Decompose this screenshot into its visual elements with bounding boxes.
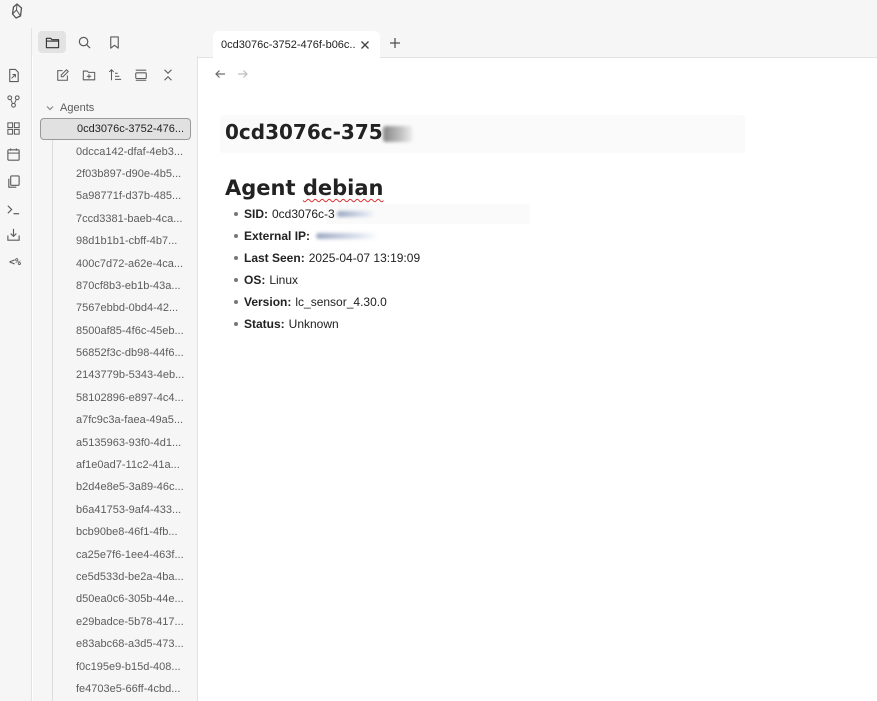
plus-icon[interactable] [387,35,403,51]
property-value: 0cd3076c-3 [272,207,335,221]
property-item: Last Seen: 2025-04-07 13:19:09 [234,247,420,269]
property-key: External IP: [244,229,311,243]
note-heading: Agent debian [225,176,383,200]
file-item[interactable]: ce5d533d-be2a-4ba... [40,566,191,588]
file-item[interactable]: f0c195e9-b15d-408... [40,655,191,677]
redacted-text [316,233,379,239]
new-note-button[interactable] [54,66,72,84]
file-explorer-tab[interactable] [38,31,66,53]
heading-prefix: Agent [225,176,303,200]
bullet-icon [234,300,238,304]
auto-reveal-button[interactable] [132,66,150,84]
sort-button[interactable] [106,66,124,84]
templater-label: <% [8,256,22,268]
folder-agents[interactable]: Agents [45,99,94,117]
tab-bar: 0cd3076c-3752-476f-b06c... [198,28,877,59]
file-item[interactable]: 98d1b1b1-cbff-4b7... [40,230,191,252]
collapse-icon [164,69,172,81]
close-icon[interactable] [358,38,372,52]
file-item[interactable]: 870cf8b3-eb1b-43a... [40,275,191,297]
property-value: lc_sensor_4.30.0 [295,295,387,309]
folder-icon [45,37,59,48]
file-item[interactable]: 400c7d72-a62e-4ca... [40,252,191,274]
property-item: SID: 0cd3076c-3 [234,203,420,225]
templates-icon[interactable] [4,172,22,190]
property-value: Unknown [288,317,339,331]
file-item[interactable]: 7567ebbd-0bd4-42... [40,297,191,319]
file-item[interactable]: e29badce-5b78-417... [40,611,191,633]
graph-view-icon[interactable] [4,92,22,110]
new-folder-icon [82,70,96,81]
property-key: Last Seen: [244,251,305,265]
property-item: Version: lc_sensor_4.30.0 [234,291,420,313]
file-item[interactable]: b6a41753-9af4-433... [40,499,191,521]
property-key: Version: [244,295,292,309]
collapse-all-button[interactable] [159,66,177,84]
bookmarks-tab[interactable] [100,31,128,53]
tab-title: 0cd3076c-3752-476f-b06c... [221,39,355,51]
bullet-icon [234,278,238,282]
property-key: OS: [244,273,266,287]
file-item[interactable]: a5135963-93f0-4d1... [40,431,191,453]
back-arrow-icon[interactable] [213,67,227,81]
file-item[interactable]: 0dcca142-dfaf-4eb3... [40,140,191,162]
file-item[interactable]: fe4703e5-66ff-4cbd... [40,678,191,700]
bullet-icon [234,234,238,238]
search-tab[interactable] [70,31,98,53]
search-icon [78,36,91,49]
file-item[interactable]: 5a98771f-d37b-485... [40,185,191,207]
chevron-down-icon [46,106,54,111]
property-item: OS: Linux [234,269,420,291]
property-item: Status: Unknown [234,313,420,335]
property-item: External IP: [234,225,420,247]
bookmark-icon [109,35,119,49]
ribbon: <% [0,28,32,701]
daily-note-icon[interactable] [4,145,22,163]
property-list: SID: 0cd3076c-3 External IP: Last Seen: 2025… [234,203,420,335]
folder-label: Agents [60,102,95,114]
property-value: 2025-04-07 13:19:09 [308,251,421,265]
property-key: SID: [244,207,268,221]
file-item[interactable]: b2d4e8e5-3a89-46c... [40,476,191,498]
file-item[interactable]: 7ccd3381-baeb-4ca... [40,208,191,230]
tab-active-note[interactable]: 0cd3076c-3752-476f-b06c... [213,31,380,59]
inline-title-text: 0cd3076c-375 [225,120,383,144]
file-item[interactable]: 2143779b-5343-4eb... [40,364,191,386]
file-item[interactable]: 58102896-e897-4c4... [40,387,191,409]
file-list: 0cd3076c-3752-476... 0dcca142-dfaf-4eb3..… [40,118,191,700]
import-icon[interactable] [4,225,22,243]
file-item[interactable]: af1e0ad7-11c2-41a... [40,454,191,476]
bullet-icon [234,256,238,260]
property-value: Linux [269,273,299,287]
editor-pane: 0cd3076c-375 Agent debian SID: 0cd3076c-3… [198,58,877,701]
reveal-icon [135,69,147,81]
file-item[interactable]: a7fc9c3a-faea-49a5... [40,409,191,431]
bullet-icon [234,322,238,326]
file-explorer: Agents 0cd3076c-3752-476... 0dcca142-dfaf… [33,56,198,701]
file-item[interactable]: e83abc68-a3d5-473... [40,633,191,655]
templater-icon[interactable]: <% [3,253,27,271]
bullet-icon [234,212,238,216]
new-note-icon [57,69,69,81]
canvas-icon[interactable] [4,119,22,137]
file-item[interactable]: d50ea0c6-305b-44e... [40,588,191,610]
title-bar [0,0,877,28]
open-quick-switcher-icon[interactable] [4,66,22,84]
file-item[interactable]: bcb90be8-46f1-4fb... [40,521,191,543]
file-item[interactable]: ca25e7f6-1ee4-463f... [40,543,191,565]
sort-icon [108,69,122,81]
file-item[interactable]: 2f03b897-d90e-4b5... [40,163,191,185]
redacted-text [336,211,377,217]
file-item[interactable]: 8500af85-4f6c-45eb... [40,320,191,342]
terminal-icon[interactable] [4,200,22,218]
redacted-text [382,125,413,142]
inline-title[interactable]: 0cd3076c-375 [225,120,413,144]
file-item[interactable]: 56852f3c-db98-44f6... [40,342,191,364]
new-folder-button[interactable] [80,66,98,84]
forward-arrow-icon[interactable] [236,67,250,81]
heading-word: debian [302,176,384,200]
file-item[interactable]: 0cd3076c-3752-476... [40,118,191,141]
obsidian-logo-icon[interactable] [8,2,26,20]
property-key: Status: [244,317,285,331]
